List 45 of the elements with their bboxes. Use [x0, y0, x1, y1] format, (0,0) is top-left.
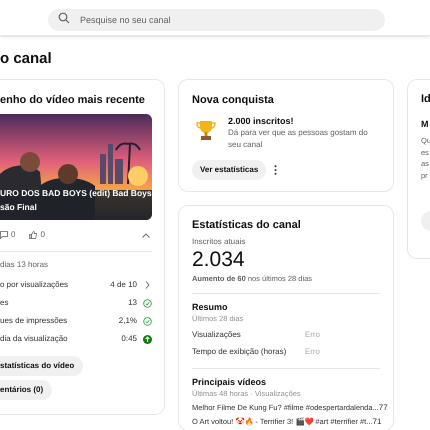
check-circle-icon	[143, 298, 152, 308]
top-video-views: 71	[372, 417, 382, 427]
summary-label: Visualizações	[192, 328, 241, 340]
search-field[interactable]: Pesquise no seu canal	[48, 8, 385, 30]
video-thumbnail[interactable]: URO DOS BAD BOYS (edit) Bad Boys são Final	[0, 114, 152, 220]
metric-value: 4 de 10	[110, 279, 137, 291]
comment-icon	[0, 231, 8, 239]
check-circle-icon	[143, 316, 152, 326]
card-title: Estatísticas do canal	[192, 218, 302, 232]
thumbs-up-icon	[29, 231, 38, 239]
summary-value: Erro	[304, 346, 320, 358]
metric-label: dia da visualização	[0, 333, 68, 345]
view-stats-button[interactable]: Ver estatísticas	[192, 160, 266, 180]
metric-value: 2,1%	[118, 315, 137, 327]
comment-count: 0	[11, 229, 16, 241]
arrow-up-circle-icon	[143, 334, 152, 344]
metric-label: ues de impressões	[0, 315, 68, 327]
search-icon	[58, 12, 70, 24]
like-count: 0	[40, 229, 45, 241]
chevron-up-icon[interactable]	[142, 232, 150, 238]
metric-label: es	[0, 297, 8, 309]
chevron-right-icon[interactable]	[145, 281, 150, 289]
video-action-button[interactable]: statísticas do vídeo	[0, 356, 84, 376]
page-title: o canal	[0, 50, 53, 68]
metric-label: o por visualizações	[0, 279, 68, 291]
section-title: Resumo	[192, 302, 229, 313]
idea-title: M	[421, 118, 430, 130]
subscribers-label: Inscritos atuais	[192, 237, 246, 247]
card-title: Id	[421, 92, 430, 106]
card-title: Nova conquista	[192, 93, 275, 107]
achievement-description: Dá para ver que as pessoas gostam do seu canal	[228, 127, 368, 151]
published-time: dias 13 horas	[0, 260, 50, 270]
more-options-icon[interactable]	[274, 165, 278, 175]
top-video-views: 77	[378, 403, 388, 413]
metric-value: 13	[128, 297, 137, 309]
summary-value: Erro	[304, 328, 320, 340]
summary-label: Tempo de exibição (horas)	[192, 346, 286, 358]
video-action-button[interactable]: entários (0)	[0, 380, 52, 400]
achievement-headline: 2.000 inscritos!	[228, 115, 295, 127]
section-title: Principais vídeos	[192, 377, 268, 388]
trophy-icon	[196, 120, 216, 141]
video-title: são Final	[0, 201, 38, 214]
subscriber-count: 2.034	[192, 248, 246, 272]
card-title: enho do vídeo mais recente	[0, 93, 146, 107]
metric-value: 0:45	[121, 333, 137, 345]
